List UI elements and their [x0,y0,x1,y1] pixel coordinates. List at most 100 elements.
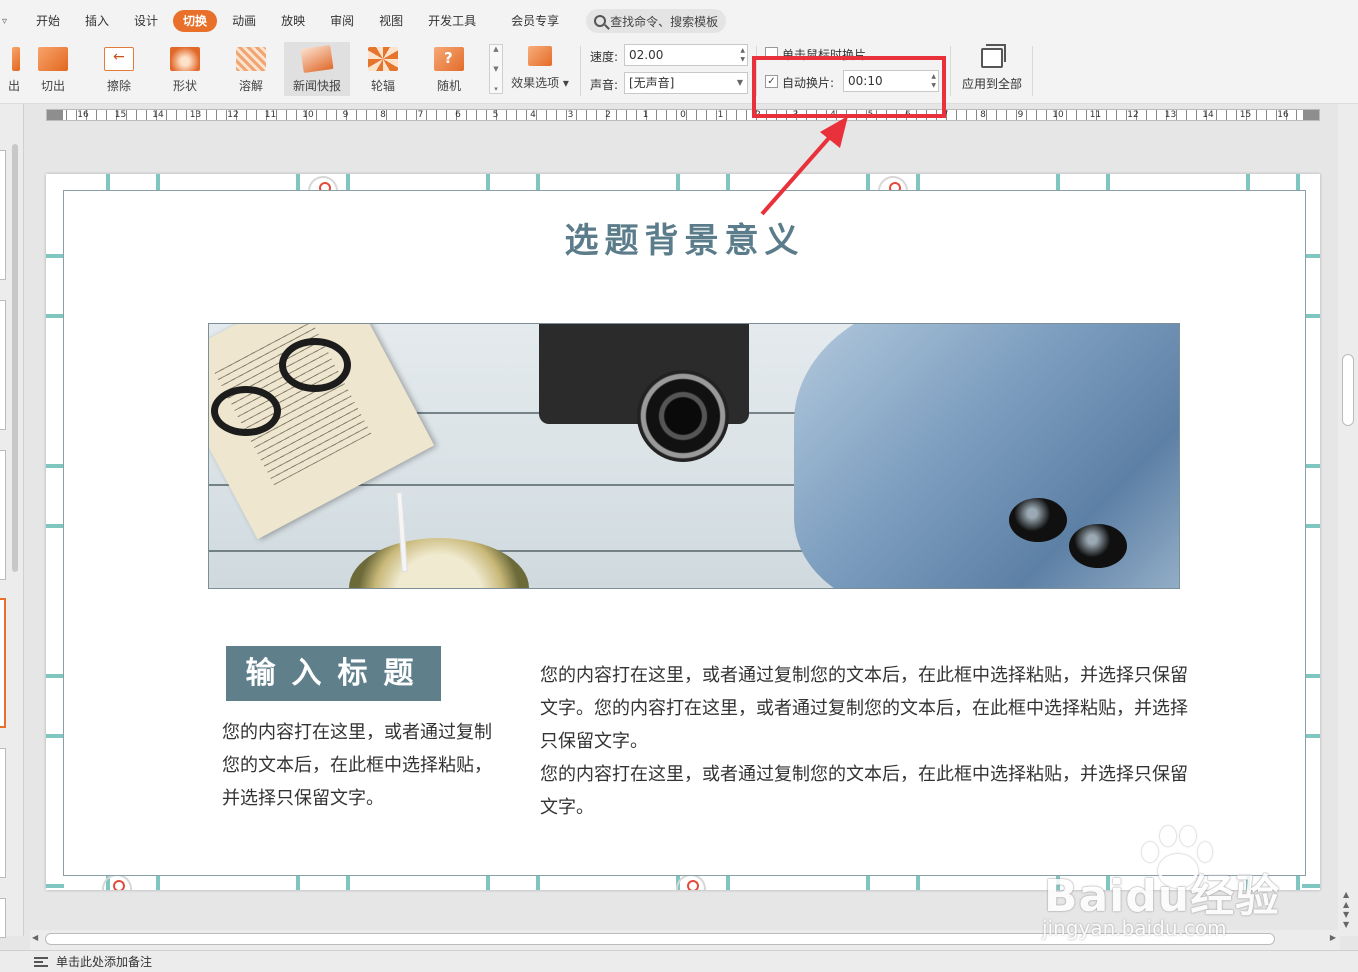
sound-select[interactable]: [无声音] ▼ [624,72,748,94]
vertical-scroll-thumb[interactable] [1342,354,1354,426]
ruler-tick-label: 13 [189,110,202,120]
menu-bar: ▿ 开始 插入 设计 切换 动画 放映 审阅 视图 开发工具 会员专享 查找命令、搜索模板 [0,0,1358,42]
search-icon [594,15,607,27]
vertical-scrollbar[interactable]: ▲ ▲ ▼ ▼ [1338,104,1358,936]
speed-value: 02.00 [629,48,664,62]
slide-thumbnail-active[interactable] [0,598,6,728]
menu-tab[interactable]: 动画 [222,10,266,32]
gallery-scroll-buttons[interactable]: ▲ ▼ ▾ [489,44,503,94]
gallery-down-icon[interactable]: ▼ [493,65,498,73]
transition-effect-button[interactable]: 随机 [416,42,482,96]
menu-tab[interactable]: 审阅 [320,10,364,32]
transition-effect-button[interactable]: 擦除 [86,42,152,96]
right-body-text[interactable]: 您的内容打在这里，或者通过复制您的文本后，在此框中选择粘贴，并选择只保留文字。您… [540,659,1200,824]
transition-effects-gallery: 出 切出 擦除 形状 溶解 新闻快报 轮辐 随机 [0,42,482,96]
watermark-logo-text: Baidu经验 [1044,871,1281,922]
ruler-tick-label: 15 [1239,110,1252,120]
slide-thumbnail[interactable] [0,150,6,280]
photo-sunglasses [1009,498,1067,542]
paw-logo-part [1180,826,1196,846]
slide-thumbnail[interactable] [0,300,6,430]
notes-placeholder[interactable]: 单击此处添加备注 [56,953,152,970]
apply-to-all-label: 应用到全部 [961,77,1022,91]
transition-effect-button[interactable]: 新闻快报 [284,42,350,96]
menu-tab[interactable]: 开始 [26,10,70,32]
photo-coconut [349,538,529,588]
wheel-icon [368,47,398,71]
ruler-tick-label: 1 [717,110,724,120]
menu-tab[interactable]: 视图 [369,10,413,32]
ruler-tick-label: 0 [680,110,686,120]
shape-icon [170,47,200,71]
annotation-arrow-shaft [760,128,838,216]
apply-to-all-button[interactable]: 应用到全部 [955,44,1029,96]
transition-effect-button[interactable]: 出 [0,42,20,96]
ruler-tick-label: 9 [342,110,349,120]
menu-tab[interactable]: 放映 [271,10,315,32]
slide-thumbnail[interactable] [0,898,6,938]
ruler-tick-label: 2 [605,110,611,120]
ruler-margin-left [47,110,63,120]
slide-thumbnail-panel [0,104,24,938]
paw-logo-part [1198,842,1212,862]
chevron-down-icon: ▼ [736,78,743,87]
ruler-tick-label: 9 [1017,110,1024,120]
apply-all-icon [981,44,1006,68]
slide-canvas[interactable]: 选题背景意义 输入标题 您的内容打在这里，或者通过复制您的文本后，在此框中选择粘… [46,174,1320,890]
slide-decoration-left [46,174,64,890]
ruler-tick-label: 12 [1127,110,1139,120]
menu-tab[interactable]: 插入 [75,10,119,32]
menu-collapse-icon[interactable]: ▿ [2,16,12,27]
transition-effect-button[interactable]: 形状 [152,42,218,96]
notes-bar[interactable]: 单击此处添加备注 [0,950,1358,972]
menu-tab[interactable]: 设计 [124,10,168,32]
transition-ribbon: 出 切出 擦除 形状 溶解 新闻快报 轮辐 随机 ▲ ▼ ▾ 效果选项 ▾ 速度: 02.00… [0,42,1358,104]
section-heading-box[interactable]: 输入标题 [226,646,441,701]
ruler-margin-right [1303,110,1319,120]
effect-options-button[interactable]: 效果选项 ▾ [508,46,572,94]
menu-tab[interactable]: 切换 [173,10,218,32]
speed-stepper-icon[interactable]: ▲ ▼ [740,46,745,64]
effect-options-icon [528,46,552,66]
watermark: Baidu经验 jingyan.baidu.com [1040,820,1340,940]
transition-effect-button[interactable]: 轮辐 [350,42,416,96]
ruler-tick-label: 10 [1052,110,1064,120]
slide-title[interactable]: 选题背景意义 [64,213,1305,262]
ruler-tick-label: 14 [1202,110,1214,120]
menu-tab[interactable]: 会员专享 [501,10,569,32]
scroll-page-buttons[interactable]: ▲ ▲ ▼ ▼ [1343,890,1349,930]
ruler-tick-label: 10 [302,110,314,120]
dissolve-icon [236,47,266,71]
slide-photo[interactable] [208,323,1180,589]
ruler-tick-label: 14 [152,110,164,120]
slide-thumbnail[interactable] [0,450,6,580]
command-search-box[interactable]: 查找命令、搜索模板 [586,9,727,33]
notes-icon [34,956,48,967]
ruler-tick-label: 15 [114,110,127,120]
menu-tab[interactable]: 开发工具 [418,10,486,32]
ruler-tick-label: 16 [1277,110,1289,120]
transition-effect-label: 轮辐 [370,79,395,93]
ruler-tick-label: 11 [264,110,277,120]
left-body-text[interactable]: 您的内容打在这里，或者通过复制您的文本后，在此框中选择粘贴，并选择只保留文字。 [222,716,494,815]
scroll-left-icon[interactable]: ◀ [32,933,38,942]
photo-glasses [211,386,281,436]
slide-thumbnail[interactable] [0,748,6,878]
cut-out-icon [38,47,68,71]
thumbnail-scrollbar[interactable] [12,144,18,572]
gallery-up-icon[interactable]: ▲ [493,45,498,53]
transition-effect-button[interactable]: 溶解 [218,42,284,96]
ruler-tick-label: 13 [1164,110,1177,120]
horizontal-ruler: 16 15 14 13 12 11 10 9 8 7 6 5 4 3 2 1 0 1 2 3 4 5 6 7 8 9 10 11 12 1… [46,109,1320,121]
ribbon-separator [580,46,581,96]
gallery-expand-icon[interactable]: ▾ [494,85,498,93]
ruler-tick-label: 1 [642,110,649,120]
presentation-app-window: ▿ 开始 插入 设计 切换 动画 放映 审阅 视图 开发工具 会员专享 查找命令、搜索模板 出 切出… [0,0,1358,972]
right-body-paragraph: 您的内容打在这里，或者通过复制您的文本后，在此框中选择粘贴，并选择只保留文字。 [540,764,1188,818]
ruler-tick-label: 11 [1089,110,1102,120]
command-search-placeholder: 查找命令、搜索模板 [610,14,719,29]
transition-effect-label: 溶解 [238,79,263,93]
transition-effect-label: 擦除 [106,79,131,93]
transition-effect-button[interactable]: 切出 [20,42,86,96]
speed-input[interactable]: 02.00 ▲ ▼ [624,44,748,66]
